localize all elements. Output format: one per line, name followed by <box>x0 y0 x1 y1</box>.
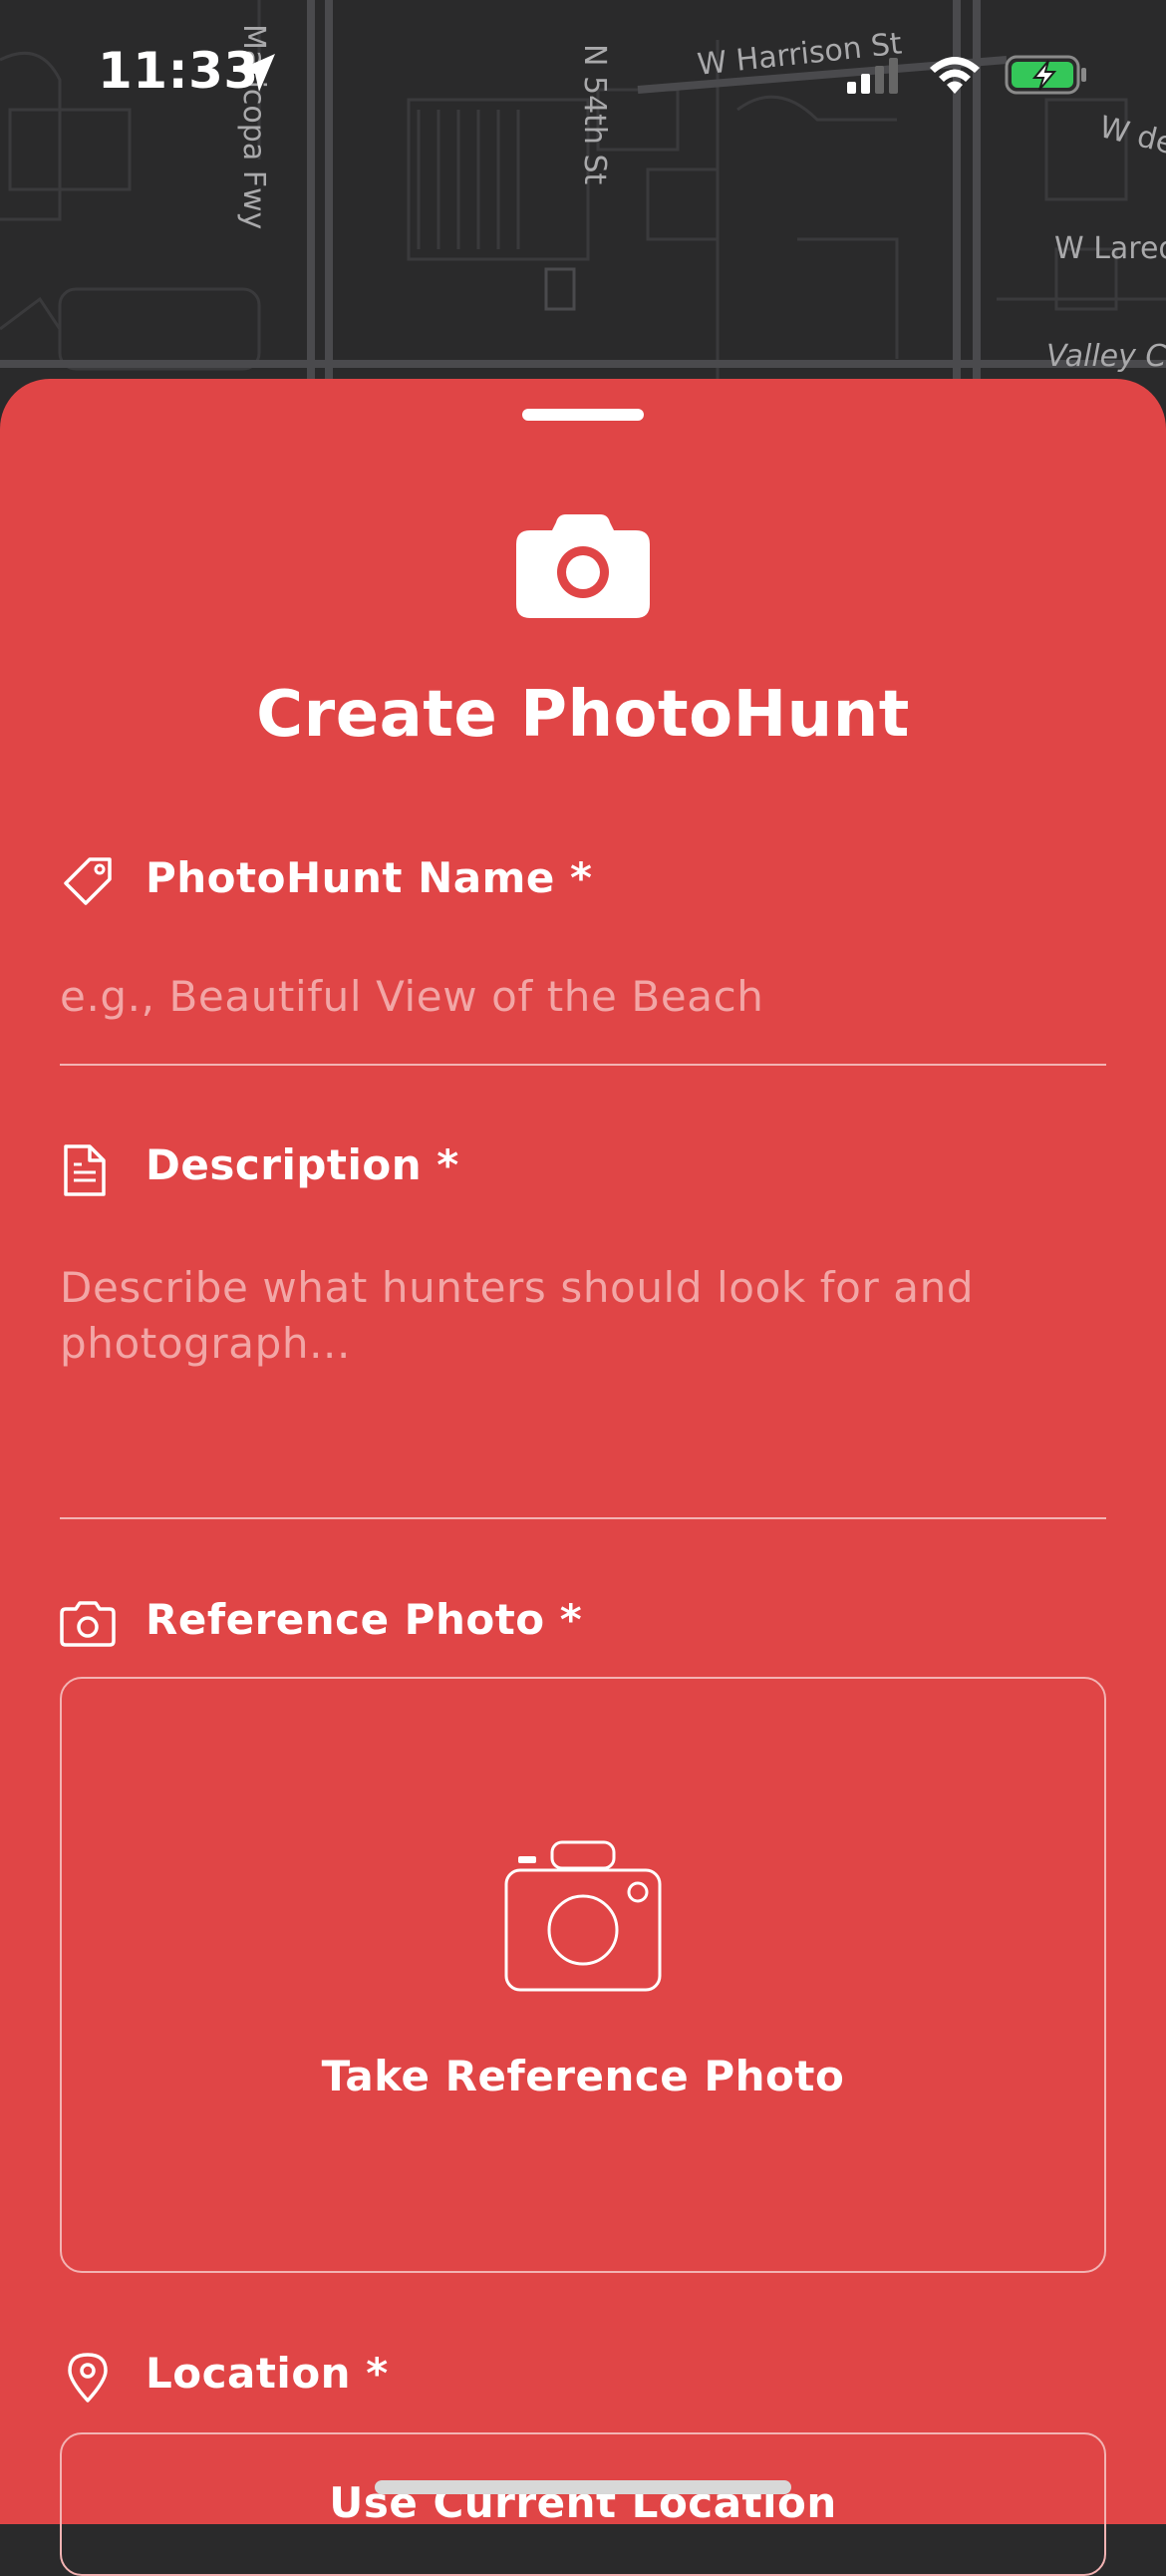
description-field-underline <box>60 1517 1106 1519</box>
map-pin-icon <box>68 2353 108 2403</box>
take-reference-photo-label: Take Reference Photo <box>321 2052 845 2100</box>
status-bar: 11:33 <box>0 0 1166 150</box>
location-arrow-icon <box>239 54 275 92</box>
map-label-valley: Valley Cr <box>1046 339 1166 374</box>
sheet-grabber[interactable] <box>522 409 644 421</box>
reference-photo-label: Reference Photo * <box>146 1595 583 1644</box>
photohunt-name-label: PhotoHunt Name * <box>146 853 593 902</box>
camera-icon <box>516 514 650 618</box>
sheet-title: Create PhotoHunt <box>256 678 910 752</box>
signal-icon <box>847 58 898 94</box>
map-label-lared: W Lared <box>1054 231 1166 266</box>
take-reference-photo-button[interactable]: Take Reference Photo <box>60 1677 1106 2273</box>
wifi-icon <box>930 57 980 94</box>
create-photohunt-sheet: Create PhotoHunt PhotoHunt Name * e.g., … <box>0 379 1166 2576</box>
camera-outline-icon <box>504 1840 662 1992</box>
home-indicator <box>375 2480 791 2494</box>
name-field-underline <box>60 1064 1106 1066</box>
description-label: Description * <box>146 1140 459 1189</box>
photohunt-name-input[interactable]: e.g., Beautiful View of the Beach <box>60 969 1106 1025</box>
tag-icon <box>64 857 112 905</box>
battery-charging-icon <box>1005 55 1086 95</box>
location-label: Location * <box>146 2349 389 2398</box>
document-icon <box>64 1144 106 1196</box>
description-textarea[interactable]: Describe what hunters should look for an… <box>60 1260 1056 1372</box>
camera-outline-icon <box>60 1601 116 1647</box>
use-current-location-button[interactable]: Use Current Location <box>60 2432 1106 2576</box>
